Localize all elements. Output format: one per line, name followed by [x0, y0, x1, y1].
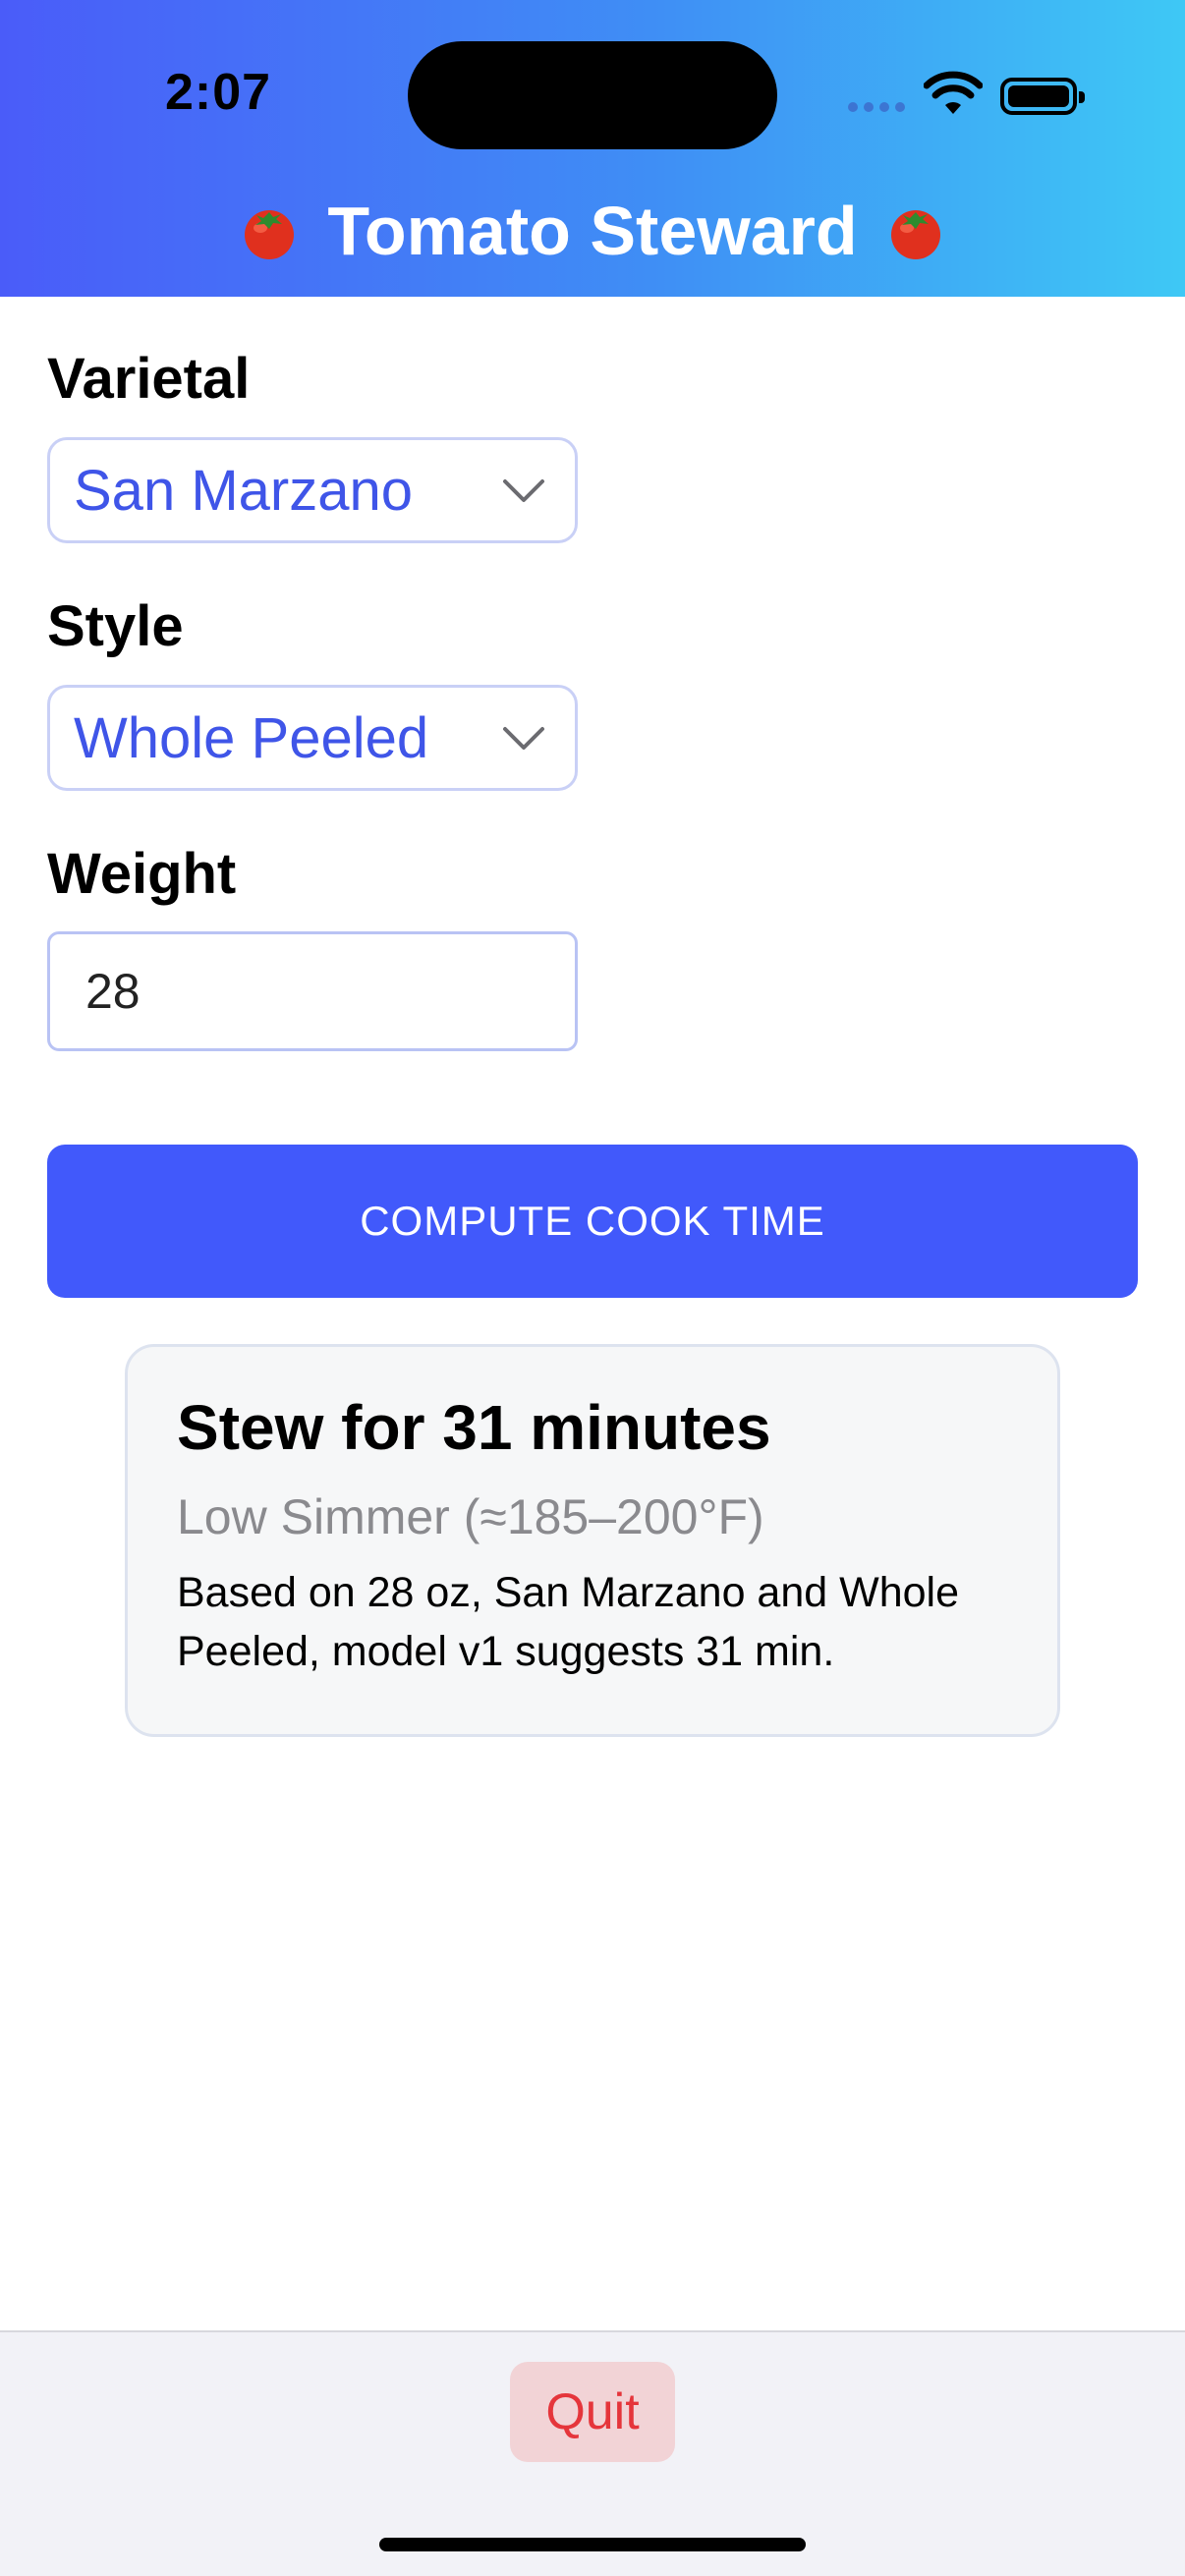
chevron-down-icon	[503, 727, 544, 750]
home-indicator[interactable]	[379, 2538, 806, 2551]
result-subtitle: Low Simmer (≈185–200°F)	[177, 1489, 764, 1544]
title-row: Tomato Steward	[0, 187, 1185, 275]
chevron-down-icon	[503, 479, 544, 502]
varietal-select[interactable]: San Marzano	[47, 437, 578, 543]
quit-button[interactable]: Quit	[510, 2362, 675, 2462]
status-time: 2:07	[165, 64, 272, 121]
varietal-label: Varietal	[47, 347, 251, 411]
varietal-value: San Marzano	[74, 458, 413, 523]
compute-cook-time-button[interactable]: COMPUTE COOK TIME	[47, 1145, 1138, 1298]
wifi-icon	[924, 71, 983, 114]
weight-label: Weight	[47, 842, 237, 906]
cellular-signal-icon	[848, 102, 905, 112]
style-select[interactable]: Whole Peeled	[47, 685, 578, 791]
header-bar: 2:07 Tomato Steward	[0, 0, 1185, 297]
weight-input[interactable]: 28	[47, 931, 578, 1051]
dynamic-island	[408, 41, 777, 149]
tomato-icon	[245, 210, 295, 259]
style-label: Style	[47, 594, 184, 658]
result-body: Based on 28 oz, San Marzano and Whole Pe…	[177, 1569, 960, 1675]
style-value: Whole Peeled	[74, 705, 429, 770]
tomato-icon	[890, 210, 940, 259]
app-title: Tomato Steward	[327, 193, 858, 269]
result-card: Stew for 31 minutes Low Simmer (≈185–200…	[125, 1344, 1060, 1737]
result-title: Stew for 31 minutes	[177, 1392, 771, 1463]
battery-icon	[1000, 78, 1085, 115]
